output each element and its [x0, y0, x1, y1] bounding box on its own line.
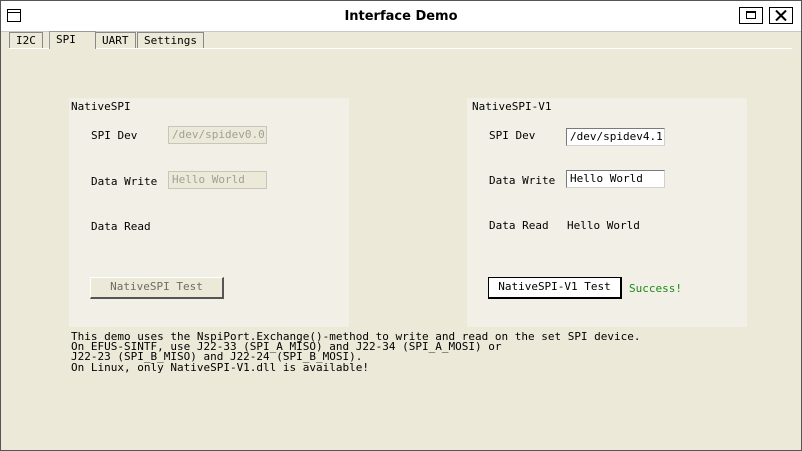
nativespi-spi-dev-label: SPI Dev: [91, 129, 138, 142]
nativespi-v1-data-write-input[interactable]: Hello World: [566, 170, 665, 188]
nativespi-title: NativeSPI: [71, 100, 131, 113]
nativespi-v1-title: NativeSPI-V1: [472, 100, 552, 113]
nativespi-v1-data-read-label: Data Read: [489, 219, 549, 232]
nativespi-data-write-label: Data Write: [91, 175, 158, 188]
tab-uart[interactable]: UART: [95, 32, 136, 48]
nativespi-test-button[interactable]: NativeSPI Test: [90, 277, 224, 299]
info-text: This demo uses the NspiPort.Exchange()-m…: [71, 331, 641, 374]
info-line: On Linux, only NativeSPI-V1.dll is avail…: [71, 360, 370, 374]
tab-i2c[interactable]: I2C: [9, 32, 43, 48]
close-icon: [775, 10, 787, 21]
maximize-button[interactable]: [739, 7, 763, 24]
nativespi-v1-data-write-label: Data Write: [489, 174, 556, 187]
close-button[interactable]: [769, 7, 793, 24]
window-title: Interface Demo: [344, 9, 458, 24]
nativespi-v1-spi-dev-label: SPI Dev: [489, 129, 536, 142]
nativespi-data-read-label: Data Read: [91, 220, 151, 233]
tab-spi[interactable]: SPI: [49, 31, 96, 49]
title-bar[interactable]: Interface Demo: [1, 1, 801, 32]
nativespi-spi-dev-input[interactable]: /dev/spidev0.0: [168, 126, 267, 144]
nativespi-v1-spi-dev-input[interactable]: /dev/spidev4.1: [566, 128, 665, 146]
nativespi-data-write-input[interactable]: Hello World: [168, 171, 267, 189]
nativespi-v1-test-button[interactable]: NativeSPI-V1 Test: [488, 277, 622, 299]
app-window: Interface Demo I2C SPI UART Settings Nat…: [0, 0, 802, 451]
tab-settings[interactable]: Settings: [137, 32, 204, 48]
nativespi-v1-data-read-value: Hello World: [567, 219, 640, 232]
status-message: Success!: [629, 282, 682, 295]
